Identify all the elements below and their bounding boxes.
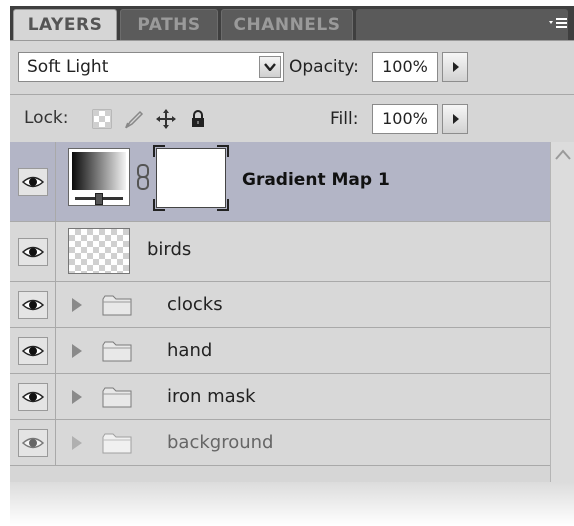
fill-label: Fill: xyxy=(330,109,359,129)
opacity-slider-button[interactable] xyxy=(442,52,468,82)
blend-mode-select[interactable]: Soft Light xyxy=(18,52,284,82)
opacity-field[interactable]: 100% xyxy=(372,52,438,82)
link-chain-icon[interactable] xyxy=(136,164,150,190)
scroll-up-icon[interactable] xyxy=(554,148,572,162)
folder-icon xyxy=(102,341,132,362)
adjustment-thumbnail[interactable] xyxy=(68,148,130,206)
layer-name[interactable]: background xyxy=(167,432,273,453)
layer-row-hand[interactable]: hand xyxy=(10,328,550,374)
fill-field[interactable]: 100% xyxy=(372,104,438,134)
lock-all-icon[interactable] xyxy=(188,109,208,129)
chevron-right-icon xyxy=(453,62,459,72)
layers-scrollbar[interactable] xyxy=(550,142,574,482)
opacity-label: Opacity: xyxy=(289,57,359,77)
expand-triangle-icon[interactable] xyxy=(70,343,84,359)
visibility-cell xyxy=(10,328,56,373)
blend-mode-value: Soft Light xyxy=(27,57,109,77)
panel-bottom-area xyxy=(10,482,574,526)
lock-position-icon[interactable] xyxy=(156,109,176,129)
tab-layers[interactable]: LAYERS xyxy=(13,9,117,40)
layer-row-birds[interactable]: birds xyxy=(10,222,550,282)
tab-bar-filler xyxy=(356,9,568,40)
folder-icon xyxy=(102,387,132,408)
visibility-cell xyxy=(10,374,56,419)
panel-tab-bar: LAYERS PATHS CHANNELS xyxy=(10,6,574,41)
layer-name[interactable]: iron mask xyxy=(167,386,256,407)
expand-triangle-icon[interactable] xyxy=(70,297,84,313)
fill-slider-button[interactable] xyxy=(442,104,468,134)
lock-image-pixels-icon[interactable] xyxy=(124,109,144,129)
eye-icon[interactable] xyxy=(18,382,48,411)
layer-thumbnail[interactable] xyxy=(68,228,130,274)
visibility-cell xyxy=(10,142,56,221)
eye-icon[interactable] xyxy=(18,237,48,266)
dropdown-arrow-icon[interactable] xyxy=(259,56,281,78)
layer-row-iron-mask[interactable]: iron mask xyxy=(10,374,550,420)
eye-icon[interactable] xyxy=(18,336,48,365)
visibility-cell xyxy=(10,420,56,465)
tab-paths[interactable]: PATHS xyxy=(120,9,218,40)
layer-row-background[interactable]: background xyxy=(10,420,550,466)
layer-row-clocks[interactable]: clocks xyxy=(10,282,550,328)
eye-icon[interactable] xyxy=(18,290,48,319)
eye-icon[interactable] xyxy=(18,428,48,457)
expand-triangle-icon[interactable] xyxy=(70,389,84,405)
layer-row-gradient-map[interactable]: Gradient Map 1 xyxy=(10,142,550,222)
layer-name[interactable]: birds xyxy=(147,239,191,260)
chevron-right-icon xyxy=(453,114,459,124)
layer-name[interactable]: clocks xyxy=(167,294,223,315)
folder-icon xyxy=(102,433,132,454)
visibility-cell xyxy=(10,282,56,327)
layers-panel: LAYERS PATHS CHANNELS Soft Light Opacity… xyxy=(10,6,574,526)
lock-transparent-pixels-icon[interactable] xyxy=(92,109,112,129)
layer-mask-thumbnail[interactable] xyxy=(153,145,229,211)
layer-name[interactable]: Gradient Map 1 xyxy=(242,170,390,190)
expand-triangle-icon[interactable] xyxy=(70,435,84,451)
tab-channels[interactable]: CHANNELS xyxy=(221,9,353,40)
layer-name[interactable]: hand xyxy=(167,340,212,361)
lock-label: Lock: xyxy=(24,108,69,128)
panel-menu-icon[interactable] xyxy=(548,16,568,30)
divider xyxy=(10,94,574,95)
visibility-cell xyxy=(10,222,56,281)
eye-icon[interactable] xyxy=(18,167,48,196)
folder-icon xyxy=(102,295,132,316)
